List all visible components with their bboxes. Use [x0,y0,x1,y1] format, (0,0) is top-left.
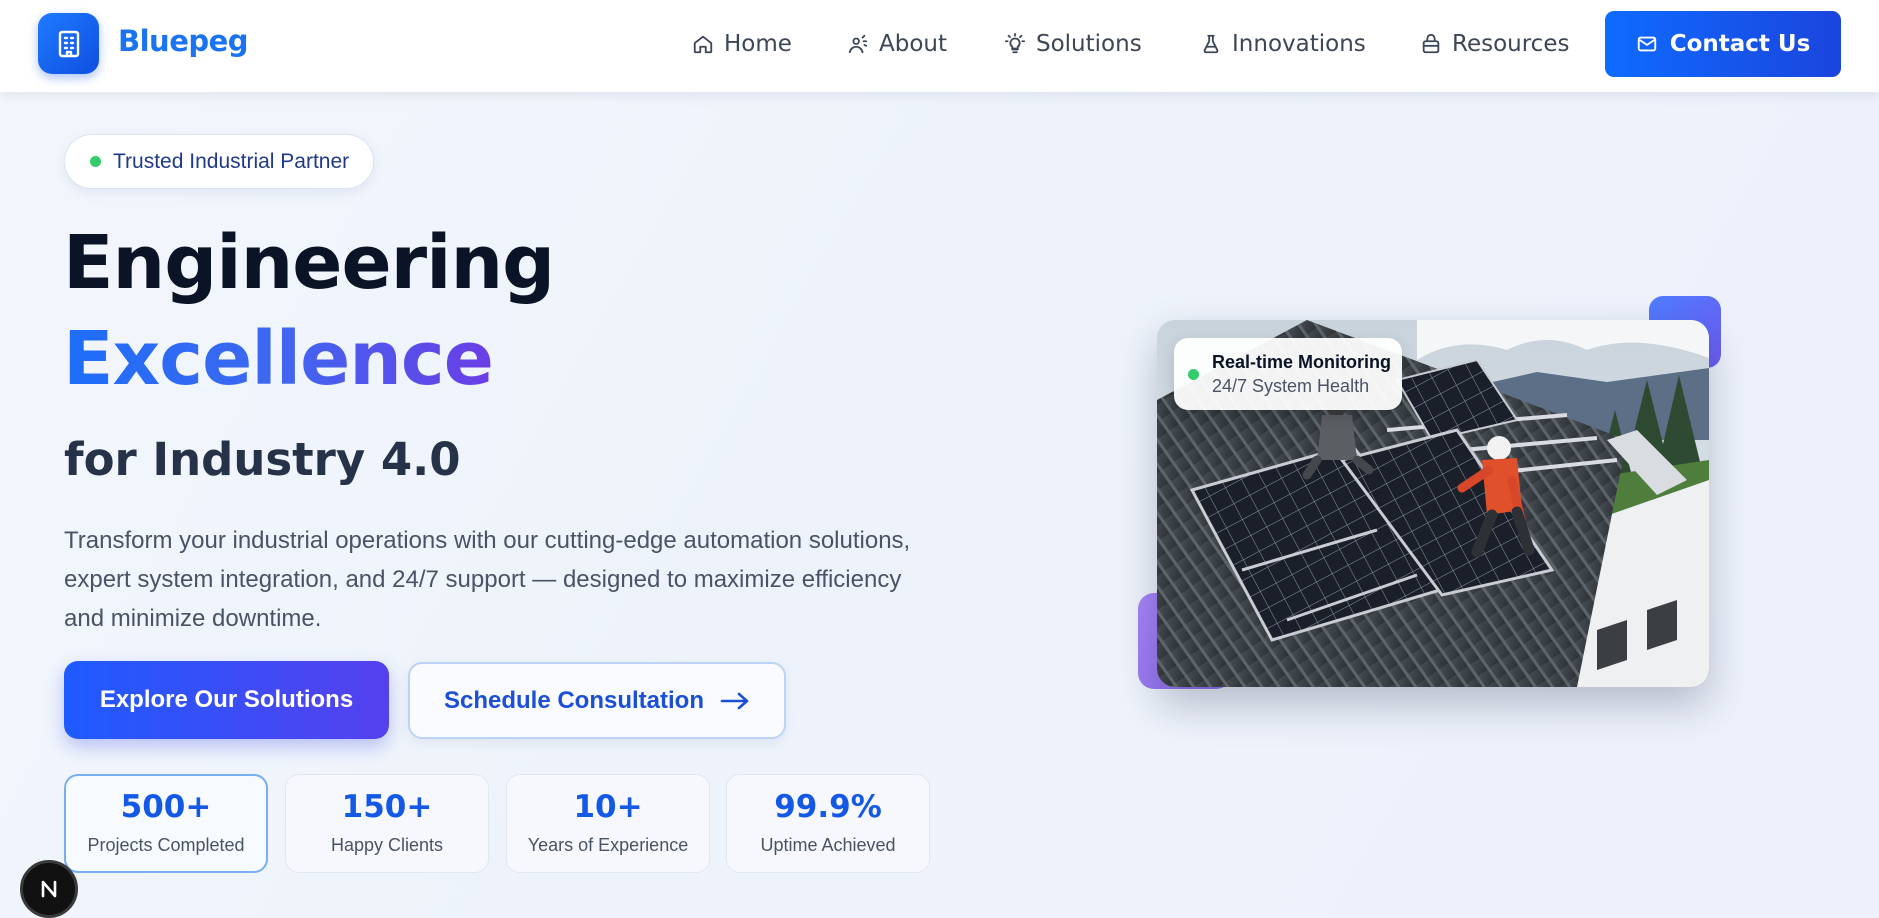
stat-card-experience[interactable]: 10+ Years of Experience [506,774,710,873]
explore-solutions-label: Explore Our Solutions [99,686,354,713]
schedule-consultation-label: Schedule Consultation [443,686,704,714]
brand-name[interactable]: Bluepeg [118,24,249,58]
nav-home[interactable]: Home [692,26,792,62]
contact-us-label: Contact Us [1669,31,1811,57]
nextjs-logo-icon [41,880,57,898]
building-icon [58,30,79,57]
schedule-consultation-button[interactable]: Schedule Consultation [408,662,786,739]
contact-us-button[interactable]: Contact Us [1605,11,1841,77]
nav-solutions[interactable]: Solutions [1004,26,1142,62]
stat-card-uptime[interactable]: 99.9% Uptime Achieved [726,774,930,873]
nav-resources-label: Resources [1452,31,1570,57]
stat-card-clients[interactable]: 150+ Happy Clients [285,774,489,873]
monitoring-subtitle: 24/7 System Health [1212,375,1370,396]
stat-value: 150+ [341,788,433,825]
trust-badge: Trusted Industrial Partner [64,134,374,189]
monitoring-tag: Real-time Monitoring 24/7 System Health [1174,338,1402,410]
trust-badge-label: Trusted Industrial Partner [113,149,350,173]
nav-innovations[interactable]: Innovations [1200,26,1366,62]
mail-icon [1637,36,1656,52]
nav-solutions-label: Solutions [1036,31,1142,57]
top-navbar: Bluepeg Home About Solutions Innovations… [0,0,1879,92]
hero-description: Transform your industrial operations wit… [64,527,911,632]
headline-line-3: for Industry 4.0 [64,433,461,486]
nav-resources[interactable]: Resources [1420,26,1569,62]
explore-solutions-button[interactable]: Explore Our Solutions [64,661,389,739]
arrow-right-icon [720,692,749,709]
stat-label: Happy Clients [330,834,444,855]
nav-about[interactable]: About [847,26,947,62]
headline-line-1: Engineering [63,220,555,306]
stat-card-projects[interactable]: 500+ Projects Completed [64,774,268,873]
nextjs-dev-badge[interactable] [20,860,78,918]
monitoring-title: Real-time Monitoring [1212,351,1391,372]
nav-home-label: Home [724,31,792,57]
live-status-dot [1188,368,1199,380]
stat-value: 500+ [120,788,212,825]
stat-label: Years of Experience [527,834,689,855]
headline-line-2: Excellence [63,316,494,402]
flask-icon [1203,34,1219,54]
stat-value: 99.9% [774,788,882,825]
nav-innovations-label: Innovations [1232,31,1366,57]
home-icon [693,35,713,54]
nav-about-label: About [879,31,948,57]
briefcase-icon [1422,33,1440,54]
stat-label: Uptime Achieved [760,834,896,855]
lightbulb-icon [1004,33,1026,54]
status-dot [90,156,101,167]
stat-value: 10+ [573,788,643,825]
logo-mark[interactable] [38,13,99,74]
stat-label: Projects Completed [87,834,245,855]
user-wave-icon [848,34,868,54]
